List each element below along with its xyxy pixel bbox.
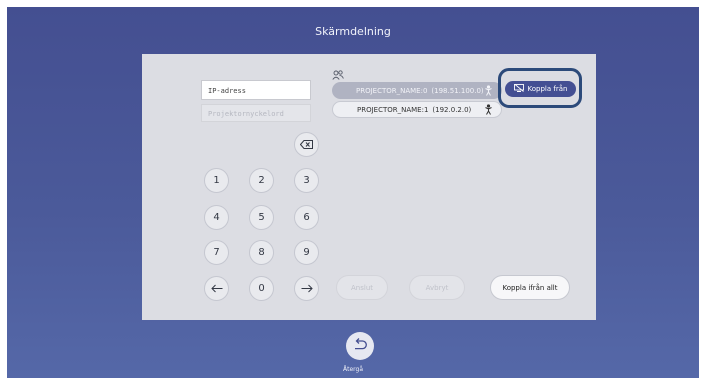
- projector-item-0[interactable]: PROJECTOR_NAME:0 (198.51.100.0): [332, 82, 502, 99]
- cancel-button[interactable]: Avbryt: [409, 275, 465, 300]
- projector-address: (192.0.2.0): [432, 105, 472, 114]
- key-5[interactable]: 5: [249, 205, 274, 230]
- key-4[interactable]: 4: [204, 205, 229, 230]
- connect-button[interactable]: Anslut: [336, 275, 388, 300]
- disconnect-label: Koppla från: [527, 85, 568, 93]
- projector-item-1[interactable]: PROJECTOR_NAME:1 (192.0.2.0): [332, 101, 502, 118]
- arrow-left-icon: [210, 284, 223, 293]
- arrow-left-key[interactable]: [204, 276, 229, 301]
- key-6[interactable]: 6: [294, 205, 319, 230]
- backspace-icon: [300, 140, 313, 149]
- projector-address: (198.51.100.0): [431, 86, 484, 95]
- projector-keyword-field[interactable]: Projektornyckelord: [201, 104, 311, 122]
- back-label: Återgå: [343, 366, 363, 373]
- key-8[interactable]: 8: [249, 240, 274, 265]
- presenter-icon: [484, 104, 493, 117]
- disconnect-button[interactable]: Koppla från: [505, 81, 576, 97]
- key-0[interactable]: 0: [249, 276, 274, 301]
- backspace-key[interactable]: [294, 132, 319, 157]
- key-9[interactable]: 9: [294, 240, 319, 265]
- key-1[interactable]: 1: [204, 168, 229, 193]
- presenter-icon: [484, 85, 493, 98]
- key-2[interactable]: 2: [249, 168, 274, 193]
- screen-off-icon: [513, 83, 524, 94]
- projector-name: PROJECTOR_NAME:0: [356, 86, 428, 95]
- key-7[interactable]: 7: [204, 240, 229, 265]
- arrow-right-icon: [301, 284, 313, 293]
- return-icon: [352, 337, 368, 356]
- ip-address-field[interactable]: IP-adress: [201, 80, 311, 100]
- arrow-right-key[interactable]: [294, 276, 319, 301]
- disconnect-all-button[interactable]: Koppla ifrån allt: [490, 275, 570, 300]
- projector-name: PROJECTOR_NAME:1: [357, 105, 429, 114]
- key-3[interactable]: 3: [294, 168, 319, 193]
- screen-title: Skärmdelning: [315, 25, 391, 38]
- panel: IP-adress Projektornyckelord 1 2 3 4 5 6…: [142, 54, 596, 320]
- screen: Skärmdelning IP-adress Projektornyckelor…: [7, 7, 699, 378]
- back-button[interactable]: [346, 332, 374, 360]
